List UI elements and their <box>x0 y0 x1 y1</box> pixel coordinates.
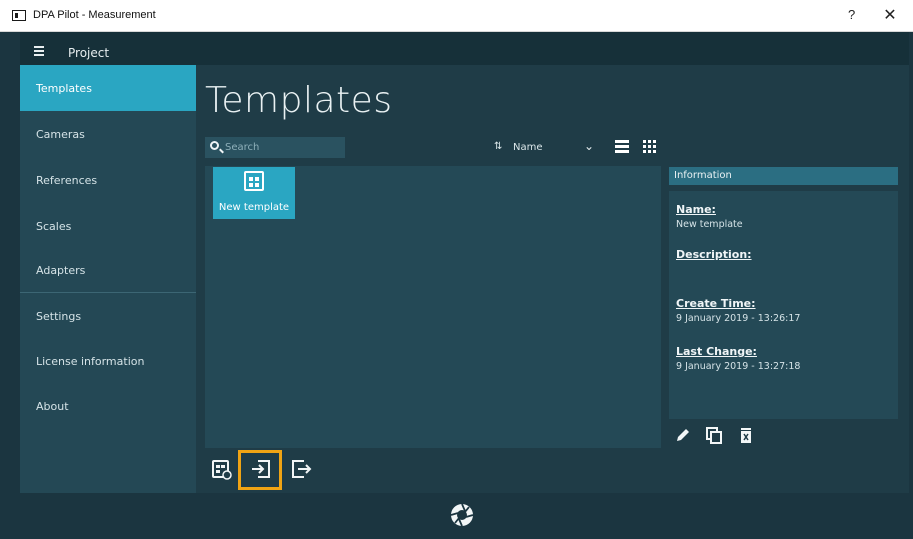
grid-view-button[interactable] <box>640 137 660 157</box>
sidebar-item-templates[interactable]: Templates <box>20 65 196 111</box>
info-create-time-key: Create Time: <box>676 297 756 310</box>
sidebar-item-references[interactable]: References <box>20 157 196 203</box>
info-create-time-value: 9 January 2019 - 13:26:17 <box>676 313 801 324</box>
trash-icon <box>741 428 751 443</box>
new-template-button[interactable] <box>209 457 233 481</box>
sidebar: Templates Cameras References Scales Adap… <box>20 65 196 493</box>
window-title: DPA Pilot - Measurement <box>33 9 156 21</box>
search-icon <box>210 141 219 150</box>
hamburger-menu-icon[interactable] <box>34 44 50 58</box>
sort-dropdown[interactable]: ⇅ Name ⌄ <box>491 137 606 158</box>
info-description-key: Description: <box>676 248 752 261</box>
capture-button[interactable] <box>449 502 475 528</box>
shutter-icon <box>450 503 474 527</box>
sidebar-item-scales[interactable]: Scales <box>20 203 196 249</box>
delete-button[interactable] <box>736 425 756 445</box>
help-button[interactable]: ? <box>848 7 855 22</box>
info-name-key: Name: <box>676 203 716 216</box>
template-tile[interactable]: New template <box>213 167 295 219</box>
close-button[interactable]: ✕ <box>880 5 900 25</box>
list-view-button[interactable] <box>612 137 632 157</box>
export-button[interactable] <box>289 457 313 481</box>
duplicate-icon <box>706 427 722 444</box>
info-last-change-key: Last Change: <box>676 345 757 358</box>
sort-label: Name <box>513 142 543 153</box>
import-highlight-frame <box>238 450 282 490</box>
search-input[interactable] <box>225 139 343 156</box>
pencil-icon <box>677 429 689 441</box>
sidebar-item-about[interactable]: About <box>20 383 196 429</box>
chevron-down-icon: ⌄ <box>584 139 595 153</box>
sidebar-item-adapters[interactable]: Adapters <box>20 247 196 293</box>
duplicate-button[interactable] <box>704 425 724 445</box>
search-box <box>205 137 345 158</box>
info-last-change-value: 9 January 2019 - 13:27:18 <box>676 361 801 372</box>
info-name-value: New template <box>676 219 743 230</box>
project-label: Project <box>68 46 110 60</box>
template-name: New template <box>218 202 290 213</box>
template-icon <box>244 171 264 191</box>
sidebar-item-cameras[interactable]: Cameras <box>20 111 196 157</box>
app-icon <box>12 10 26 21</box>
project-bar <box>20 32 909 65</box>
edit-button[interactable] <box>673 425 693 445</box>
sidebar-item-license-information[interactable]: License information <box>20 338 196 384</box>
sidebar-item-settings[interactable]: Settings <box>20 293 196 339</box>
information-header: Information <box>669 167 898 185</box>
window-titlebar: DPA Pilot - Measurement ? ✕ <box>0 0 913 32</box>
page-title: Templates <box>205 80 393 121</box>
sort-icon: ⇅ <box>494 141 503 152</box>
